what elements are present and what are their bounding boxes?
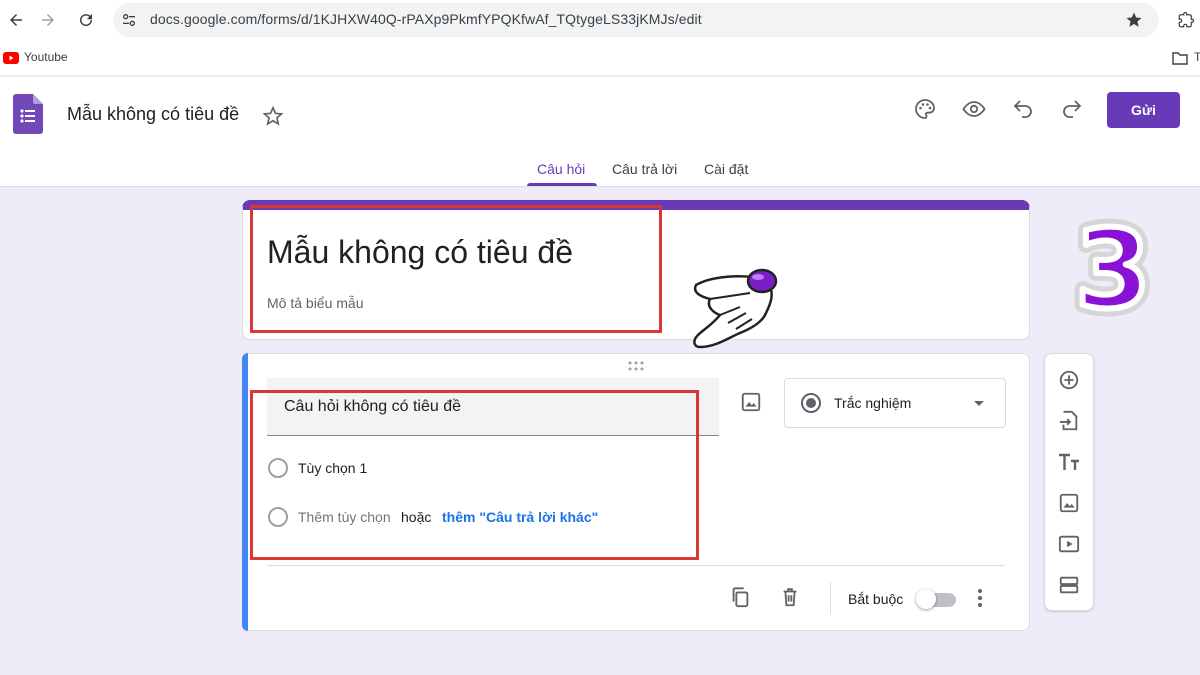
highlight-question-box (250, 390, 699, 560)
question-active-indicator (242, 353, 248, 631)
back-icon[interactable] (4, 8, 28, 32)
bookmark-youtube[interactable]: Youtube (24, 50, 68, 64)
highlight-title-box (250, 205, 662, 333)
send-button[interactable]: Gửi (1107, 92, 1180, 128)
doc-title[interactable]: Mẫu không có tiêu đề (67, 104, 239, 125)
add-question-icon[interactable] (1057, 368, 1081, 392)
add-image-side-icon[interactable] (1057, 491, 1081, 515)
dropdown-arrow-icon (972, 398, 986, 408)
redo-icon[interactable] (1060, 97, 1084, 121)
preview-eye-icon[interactable] (962, 97, 986, 121)
browser-toolbar: docs.google.com/forms/d/1KJHXW40Q-rPAXp9… (0, 0, 1200, 40)
star-icon[interactable] (262, 105, 284, 127)
folder-icon[interactable] (1172, 51, 1188, 65)
tab-settings[interactable]: Cài đặt (704, 161, 748, 177)
radio-type-icon (799, 391, 823, 415)
delete-icon[interactable] (779, 586, 801, 608)
footer-vertical-divider (830, 582, 831, 614)
question-footer-divider (267, 565, 1005, 566)
bookmarks-bar: Youtube T (0, 40, 1200, 76)
forms-header: Mẫu không có tiêu đề Gửi Câu hỏi Câu trả… (0, 77, 1200, 187)
required-label: Bắt buộc (848, 591, 904, 607)
step-number-badge: 3 3 (1058, 213, 1168, 323)
extensions-icon[interactable] (1174, 8, 1198, 32)
bookmark-folder-label[interactable]: T (1194, 50, 1200, 64)
google-forms-logo-icon[interactable] (13, 94, 43, 134)
step-number: 3 (1075, 213, 1150, 323)
question-type-label: Trắc nghiệm (834, 395, 912, 411)
tab-questions[interactable]: Câu hỏi (537, 161, 585, 177)
add-section-icon[interactable] (1057, 573, 1081, 597)
site-info-icon[interactable] (117, 8, 141, 32)
add-title-icon[interactable] (1057, 450, 1081, 474)
drag-handle-icon[interactable] (626, 360, 646, 372)
add-video-icon[interactable] (1057, 532, 1081, 556)
add-image-icon[interactable] (740, 391, 762, 413)
youtube-icon (3, 52, 19, 64)
required-toggle-knob[interactable] (916, 589, 936, 609)
import-questions-icon[interactable] (1057, 409, 1081, 433)
tab-responses[interactable]: Câu trả lời (612, 161, 677, 177)
forward-icon[interactable] (36, 8, 60, 32)
reload-icon[interactable] (74, 8, 98, 32)
pointing-hand-icon (690, 263, 782, 351)
palette-icon[interactable] (913, 97, 937, 121)
duplicate-icon[interactable] (729, 586, 751, 608)
url-text[interactable]: docs.google.com/forms/d/1KJHXW40Q-rPAXp9… (150, 11, 702, 27)
undo-icon[interactable] (1011, 97, 1035, 121)
bookmark-star-icon[interactable] (1122, 8, 1146, 32)
active-tab-indicator (527, 183, 597, 186)
more-options-icon[interactable] (970, 587, 990, 609)
